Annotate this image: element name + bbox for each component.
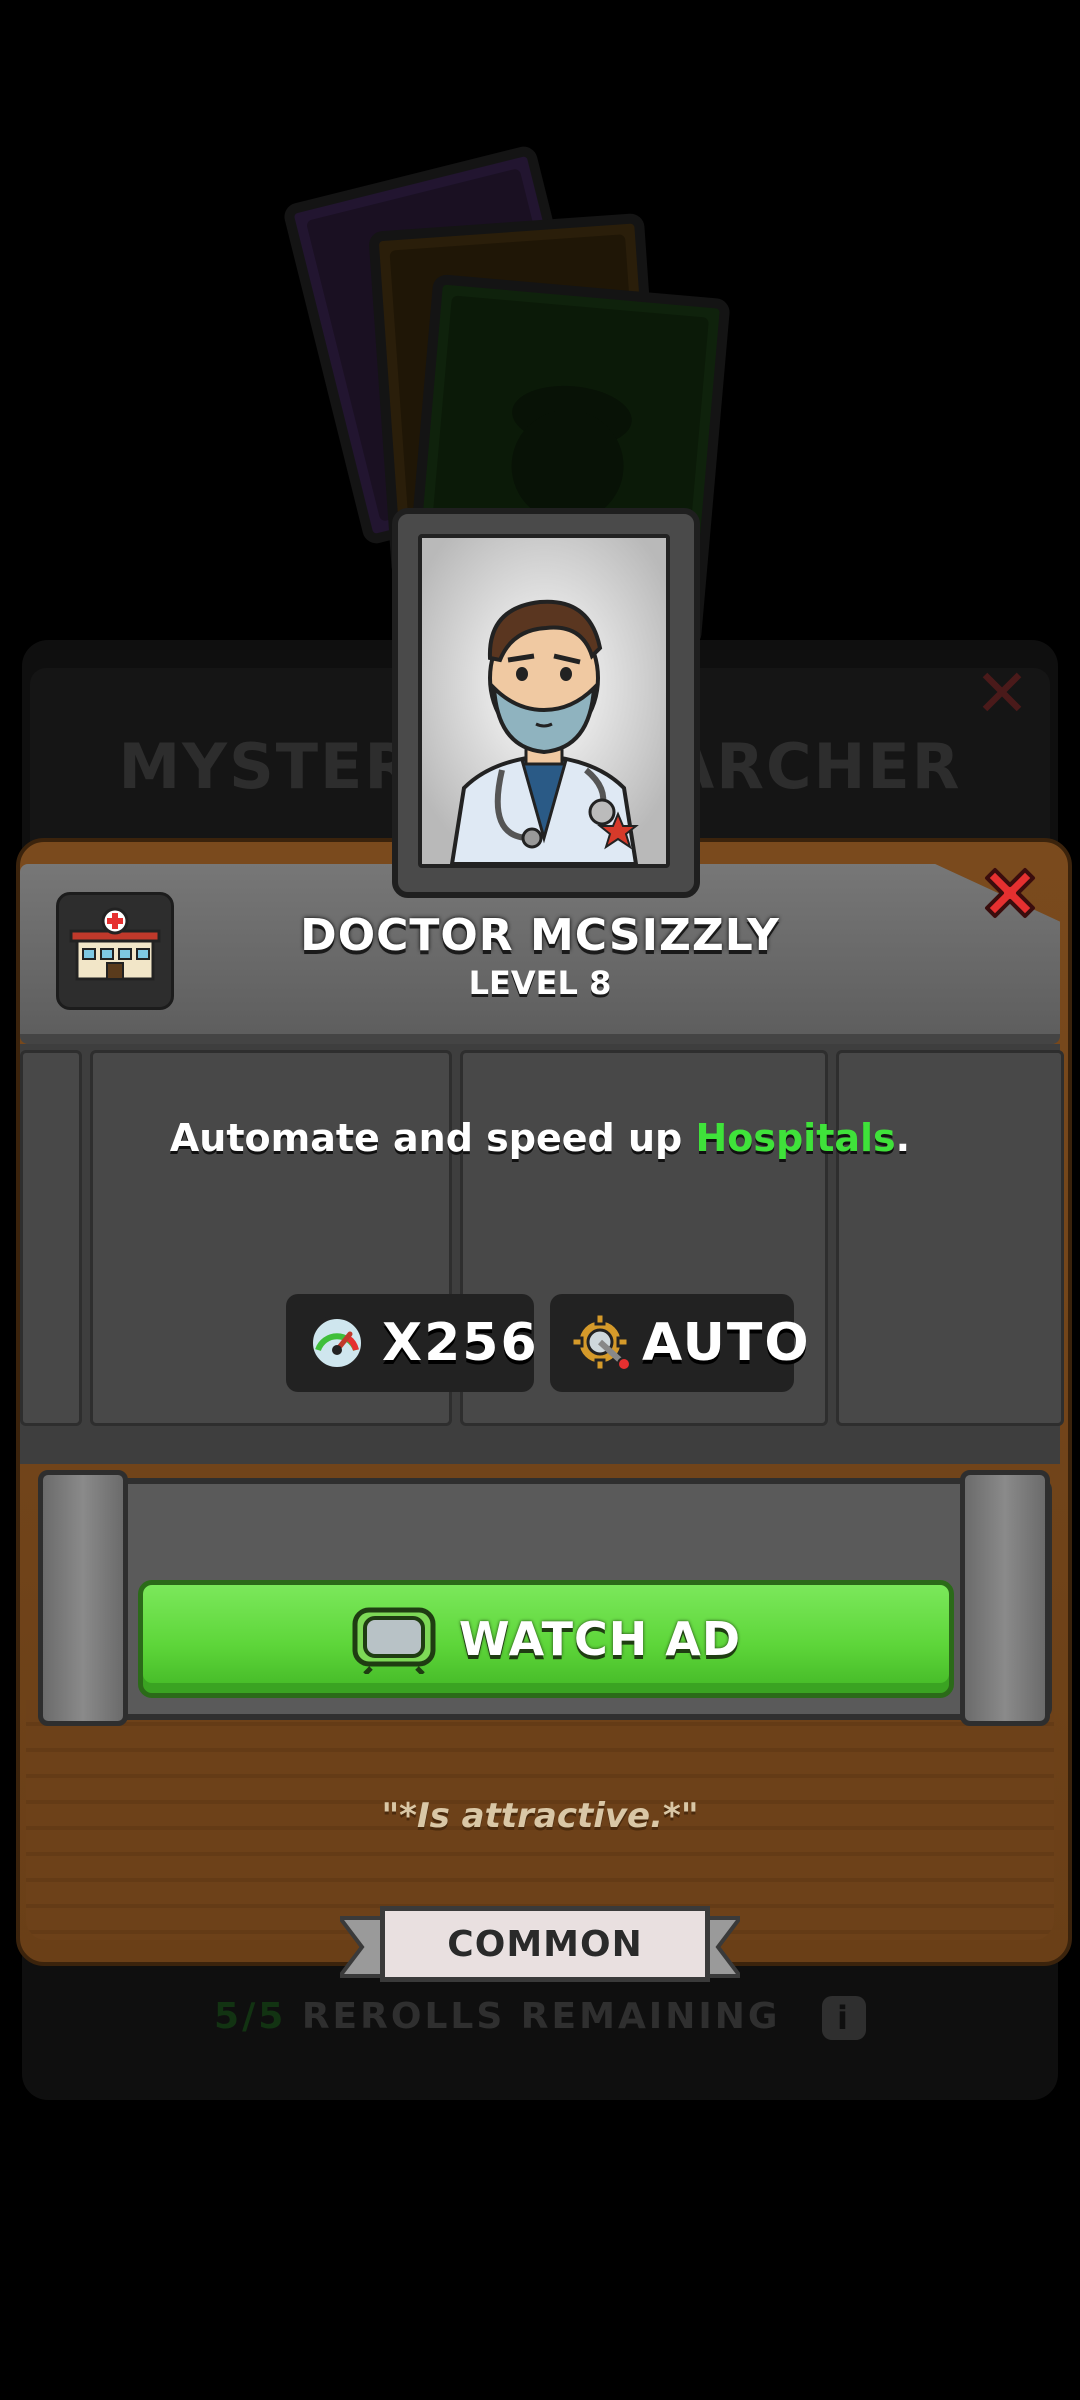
tv-icon — [351, 1604, 437, 1676]
gear-auto-icon — [570, 1310, 636, 1376]
metal-plate — [20, 1050, 82, 1426]
character-name: DOCTOR MCSIZZLY — [300, 910, 780, 961]
description-period: . — [895, 1116, 911, 1160]
left-bracket — [38, 1470, 128, 1726]
rerolls-remaining: 5/5 REROLLS REMAINING i — [0, 1996, 1080, 2040]
metal-plate — [836, 1050, 1064, 1426]
description-highlight: Hospitals — [695, 1116, 896, 1160]
character-level: LEVEL 8 — [468, 964, 612, 1002]
stat-speed-value: X256 — [382, 1313, 539, 1373]
hospital-icon — [56, 892, 174, 1010]
stat-auto-value: AUTO — [642, 1313, 811, 1373]
stat-auto-chip: AUTO — [550, 1294, 809, 1392]
character-portrait-card — [392, 508, 700, 898]
close-button[interactable] — [975, 858, 1045, 928]
rarity-banner: COMMON — [380, 1906, 710, 1982]
character-quote: "*Is attractive.*" — [381, 1796, 699, 1836]
description-text: Automate and speed up — [169, 1116, 696, 1160]
watch-ad-button[interactable]: WATCH AD — [138, 1580, 954, 1698]
character-portrait — [418, 534, 670, 868]
rerolls-label: REROLLS REMAINING — [301, 1996, 781, 2037]
card-description: Automate and speed up Hospitals. — [60, 1116, 1020, 1160]
rerolls-count: 5/5 — [214, 1996, 287, 2037]
speedometer-icon — [308, 1314, 366, 1372]
right-bracket — [960, 1470, 1050, 1726]
background-close-icon: ✕ — [974, 655, 1030, 732]
rarity-label: COMMON — [447, 1923, 643, 1965]
close-icon — [985, 868, 1035, 918]
info-icon: i — [821, 1996, 866, 2040]
stat-speed-chip: X256 — [286, 1294, 537, 1392]
watch-ad-label: WATCH AD — [458, 1612, 742, 1666]
